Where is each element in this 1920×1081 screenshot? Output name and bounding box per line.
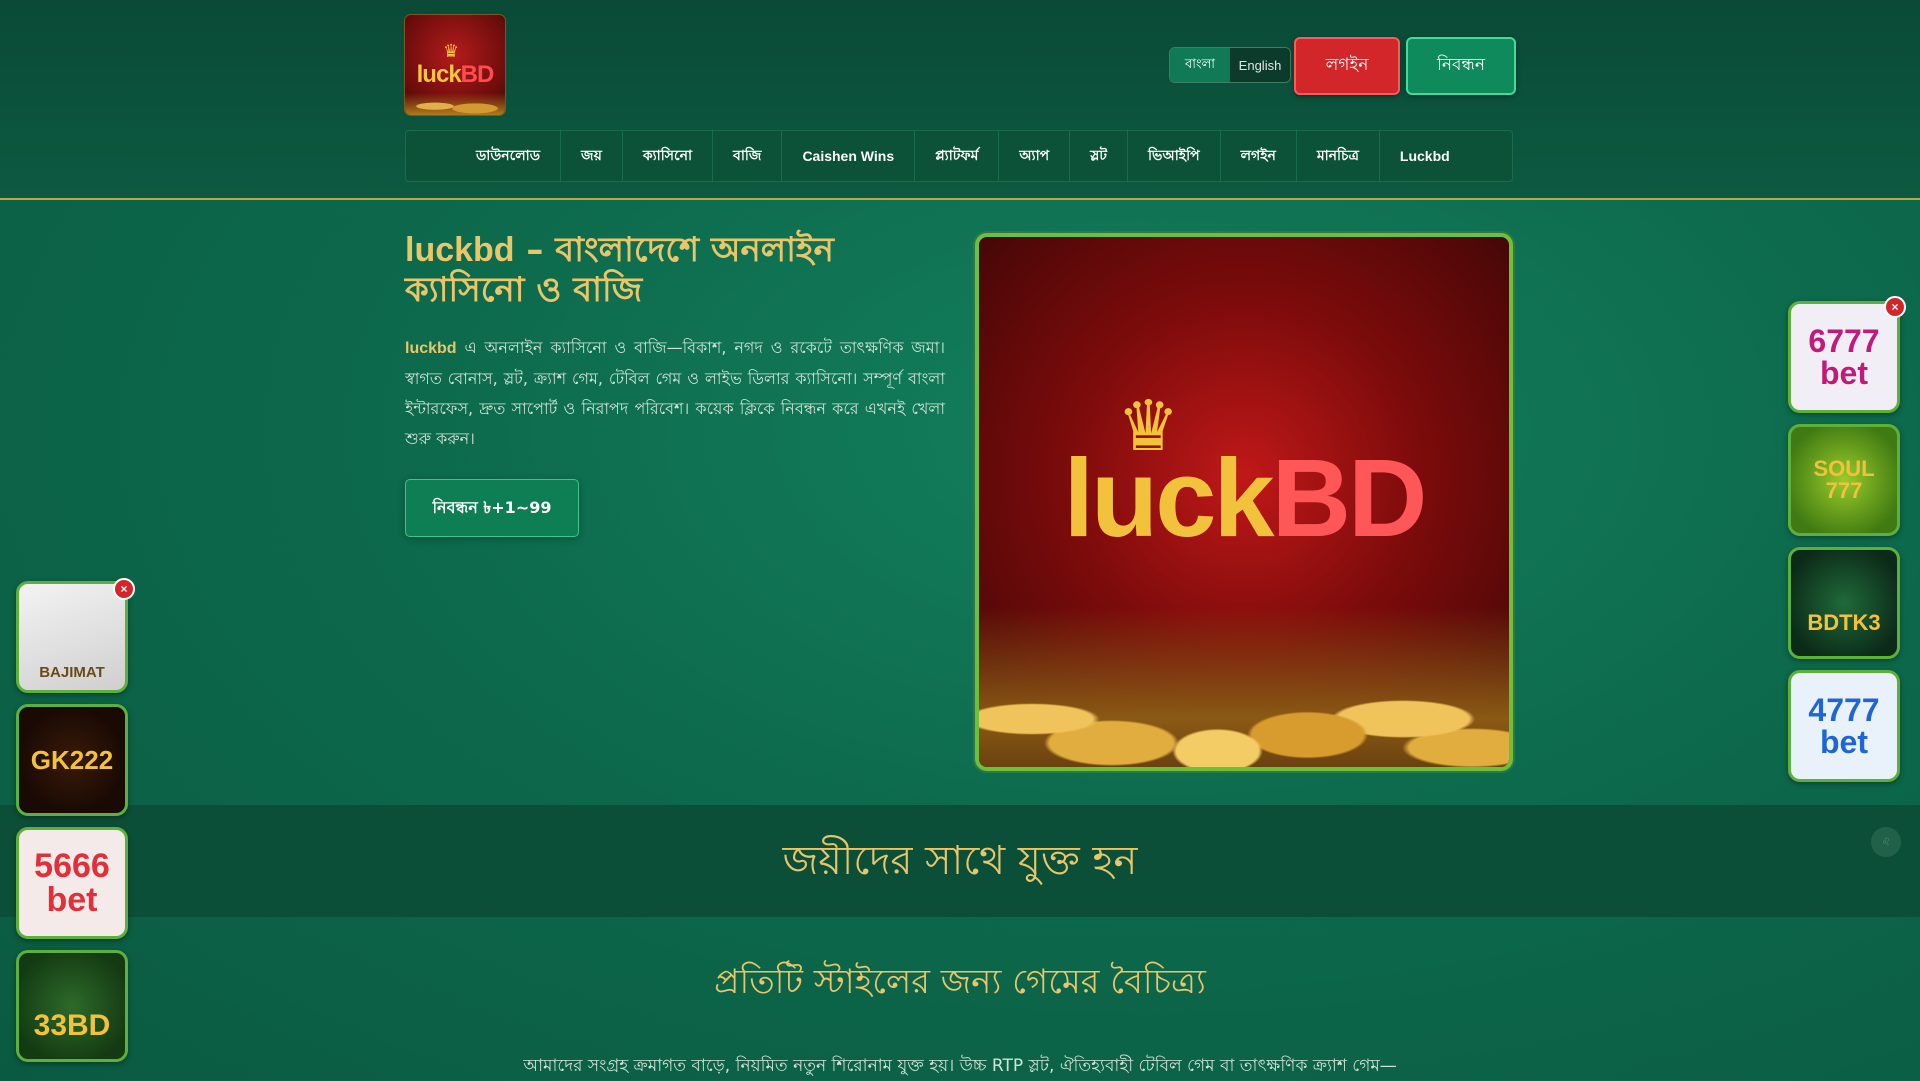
register-button[interactable]: নিবন্ধন: [1406, 37, 1516, 95]
lang-option-bangla[interactable]: বাংলা: [1170, 48, 1230, 82]
nav-item-download[interactable]: ডাউনলোড: [456, 130, 562, 182]
ad-6777bet-label: 6777 bet: [1808, 323, 1880, 391]
ad-5666bet-label: 5666 bet: [34, 847, 110, 919]
nav-item-app[interactable]: অ্যাপ: [999, 130, 1071, 182]
nav-item-casino[interactable]: ক্যাসিনো: [623, 130, 714, 182]
nav-item-login[interactable]: লগইন: [1221, 130, 1297, 182]
nav-item-slot[interactable]: স্লট: [1070, 130, 1129, 182]
nav-item-map[interactable]: মানচিত্র: [1297, 130, 1380, 182]
winners-band-title: জয়ীদের সাথে যুক্ত হন: [782, 838, 1138, 884]
ad-33bd-label: 33BD: [33, 1009, 111, 1042]
logo-text-luck: luck: [416, 61, 462, 88]
ad-6777bet[interactable]: 6777 bet: [1788, 301, 1900, 413]
lion-badge-icon: ♌: [1871, 827, 1901, 857]
winners-band: জয়ীদের সাথে যুক্ত হন ♌: [0, 805, 1920, 917]
crown-icon: ♛: [443, 41, 460, 62]
coins-decoration: [979, 607, 1509, 767]
nav-item-win[interactable]: জয়: [561, 130, 623, 182]
ad-gk222-label: GK222: [30, 745, 114, 775]
ad-bdtk3-label: BDTK3: [1807, 610, 1881, 635]
hero-register-button[interactable]: নিবন্ধন ৳+1~99: [405, 479, 579, 537]
logo-text-bd: BD: [460, 61, 495, 88]
login-button[interactable]: লগইন: [1294, 37, 1400, 95]
ad-5666bet[interactable]: 5666 bet: [16, 827, 128, 939]
nav-item-vip[interactable]: ভিআইপি: [1128, 130, 1221, 182]
hero-description-brand: luckbd: [405, 340, 457, 357]
section-title: প্রতিটি স্টাইলের জন্য গেমের বৈচিত্র্য: [714, 962, 1206, 1002]
nav-item-platform[interactable]: প্ল্যাটফর্ম: [915, 130, 1000, 182]
hero-image-text-bd: BD: [1271, 437, 1428, 560]
nav-item-caishen-wins[interactable]: Caishen Wins: [782, 130, 916, 182]
hero-description: luckbd এ অনলাইন ক্যাসিনো ও বাজি—বিকাশ, ন…: [405, 333, 945, 454]
main-nav: ডাউনলোড জয় ক্যাসিনো বাজি Caishen Wins প…: [405, 130, 1513, 182]
ad-soul777[interactable]: SOUL 777: [1788, 424, 1900, 536]
site-header: ♛ luckBD বাংলা English লগইন নিবন্ধন ডাউন…: [0, 0, 1920, 200]
coins-decoration: [405, 93, 505, 115]
ad-gk222[interactable]: GK222: [16, 704, 128, 816]
nav-item-betting[interactable]: বাজি: [713, 130, 783, 182]
section-text: আমাদের সংগ্রহ ক্রমাগত বাড়ে, নিয়মিত নতু…: [523, 1056, 1397, 1076]
hero-title-brand: luckbd: [405, 231, 515, 269]
hero-logo-image: ♛ luckBD: [975, 233, 1513, 771]
hero-title: luckbd – বাংলাদেশে অনলাইন ক্যাসিনো ও বাজ…: [405, 230, 905, 310]
left-ads-close-button[interactable]: ×: [113, 578, 135, 600]
language-switcher: বাংলা English: [1169, 47, 1291, 83]
hero-description-text: এ অনলাইন ক্যাসিনো ও বাজি—বিকাশ, নগদ ও রক…: [405, 338, 945, 448]
ad-bajimat[interactable]: BAJIMAT: [16, 581, 128, 693]
ad-bdtk3[interactable]: BDTK3: [1788, 547, 1900, 659]
hero-image-text-luck: luck: [1063, 437, 1275, 560]
right-ads-close-button[interactable]: ×: [1884, 296, 1906, 318]
ad-bajimat-label: BAJIMAT: [39, 663, 105, 681]
ad-33bd[interactable]: 33BD: [16, 950, 128, 1062]
ad-soul777-label: SOUL 777: [1813, 456, 1875, 503]
lang-option-english[interactable]: English: [1230, 48, 1290, 82]
nav-item-luckbd[interactable]: Luckbd: [1380, 130, 1470, 182]
ad-4777bet-label: 4777 bet: [1808, 692, 1880, 760]
ad-4777bet[interactable]: 4777 bet: [1788, 670, 1900, 782]
site-logo[interactable]: ♛ luckBD: [405, 15, 505, 115]
